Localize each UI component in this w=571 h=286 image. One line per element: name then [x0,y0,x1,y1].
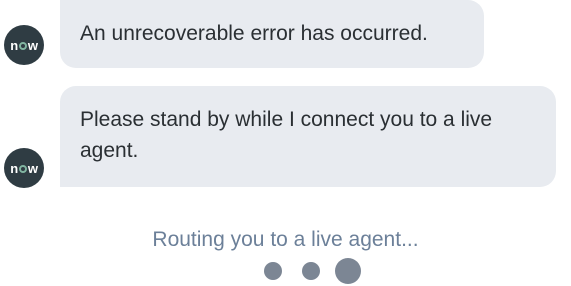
routing-status-text: Routing you to a live agent... [152,228,419,251]
loading-dot-icon [302,262,320,280]
loading-dot-icon [264,262,282,280]
bot-message-bubble: Please stand by while I connect you to a… [60,86,556,187]
message-text: An unrecoverable error has occurred. [80,22,428,45]
typing-indicator [0,258,571,284]
loading-dot-icon [335,258,361,284]
chat-transcript: nw An unrecoverable error has occurred. … [0,0,571,286]
message-text: Please stand by while I connect you to a… [80,108,493,162]
now-avatar-icon: nw [4,25,44,65]
bot-message-bubble: An unrecoverable error has occurred. [60,0,484,68]
now-avatar-icon: nw [4,148,44,188]
